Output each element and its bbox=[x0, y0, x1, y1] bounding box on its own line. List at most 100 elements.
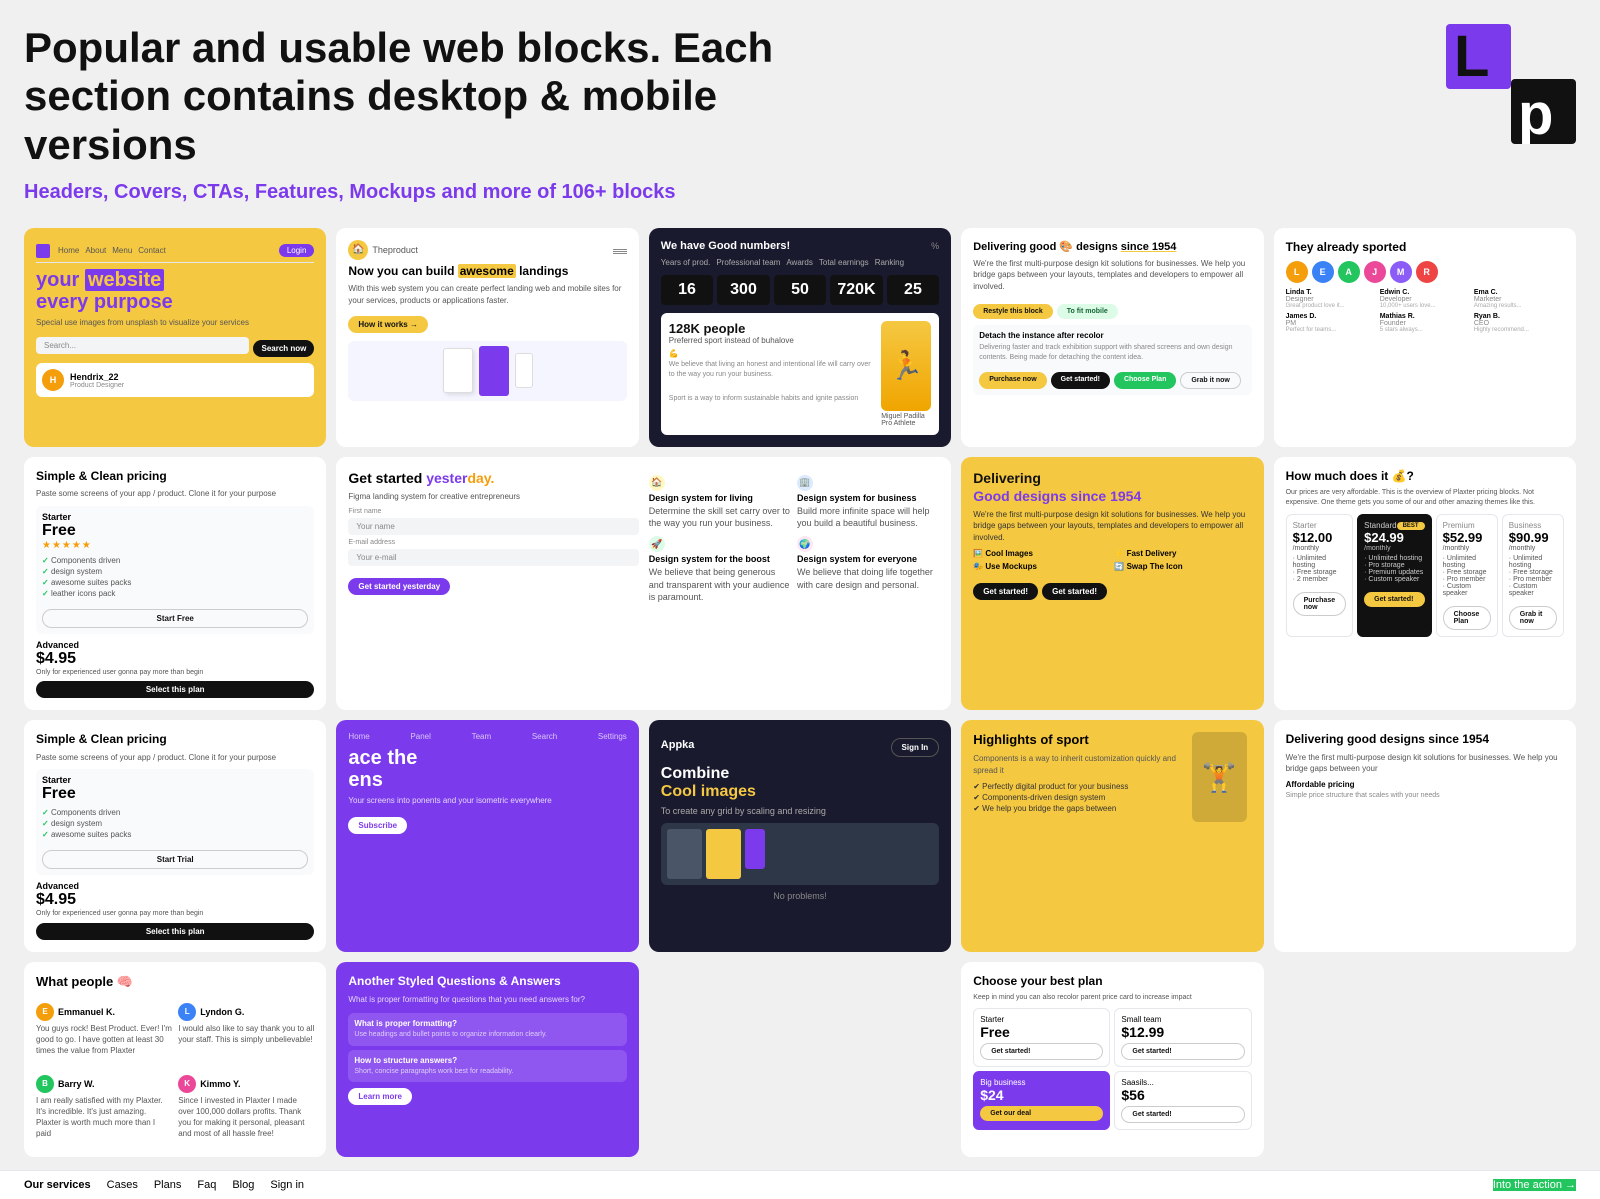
person-names-grid: Linda T.DesignerGreat product love it...… bbox=[1286, 289, 1564, 333]
sign-in-btn[interactable]: Sign In bbox=[891, 738, 940, 757]
get-started-btn[interactable]: Get started! bbox=[1364, 592, 1424, 607]
number-item: 300 bbox=[717, 275, 769, 305]
role-text: Developer bbox=[1380, 296, 1470, 303]
choose-plan-btn[interactable]: Choose Plan bbox=[1443, 606, 1491, 630]
metric-label: Ranking bbox=[875, 258, 904, 267]
plan-name: Starter bbox=[42, 775, 308, 785]
sport-image: 🏋️ bbox=[1192, 732, 1252, 822]
advanced-price-2: $4.95 bbox=[36, 891, 314, 909]
get-started-plan-btn[interactable]: Get started! bbox=[980, 1043, 1103, 1060]
screen-mock-2 bbox=[479, 346, 509, 396]
get-started-yesterday-btn[interactable]: Get started yesterday bbox=[348, 578, 450, 595]
card-title: Delivering Good designs since 1954 bbox=[973, 469, 1251, 505]
screen-mock-3 bbox=[515, 353, 533, 388]
metric-label: Total earnings bbox=[819, 258, 869, 267]
start-free-btn[interactable]: Start Free bbox=[42, 609, 308, 628]
plan-features: · Unlimited hosting · Free storage · 2 m… bbox=[1293, 555, 1347, 583]
feature-boost: 🚀 Design system for the boost We believe… bbox=[649, 536, 791, 604]
page-header: Popular and usable web blocks. Each sect… bbox=[24, 24, 1576, 204]
footer-nav-item[interactable]: Sign in bbox=[270, 1179, 304, 1191]
nav-cta-btn[interactable]: Login bbox=[279, 244, 315, 257]
testimonial-avatar: K bbox=[178, 1075, 196, 1093]
firstname-input[interactable]: Your name bbox=[348, 518, 638, 535]
testimonial-name: Emmanuel K. bbox=[58, 1007, 115, 1017]
footer-nav-item[interactable]: Blog bbox=[232, 1179, 254, 1191]
card-desc: Your screens into ponents and your isome… bbox=[348, 795, 626, 806]
feature-desc: We believe that being generous and trans… bbox=[649, 566, 791, 604]
card-inner: Highlights of sport Components is a way … bbox=[973, 732, 1251, 822]
get-our-deal-btn[interactable]: Get our deal bbox=[980, 1106, 1103, 1121]
footer-nav-item[interactable]: Plans bbox=[154, 1179, 182, 1191]
avatar-1: L bbox=[1286, 261, 1308, 283]
feat-icon: 🎭 bbox=[973, 562, 983, 571]
card-desc: We're the first multi-purpose design kit… bbox=[1286, 752, 1564, 774]
subscribe-btn[interactable]: Subscribe bbox=[348, 817, 407, 834]
nav-link[interactable]: About bbox=[85, 246, 106, 255]
star-rating: ★★★★★ bbox=[42, 540, 308, 551]
start-trial-btn[interactable]: Start Trial bbox=[42, 850, 308, 869]
select-plan-btn-2[interactable]: Select this plan bbox=[36, 923, 314, 940]
feat-title: Cool Images bbox=[985, 549, 1033, 558]
nav-link[interactable]: Home bbox=[58, 246, 79, 255]
pricing-cards-row: Starter $12.00 /monthly · Unlimited host… bbox=[1286, 514, 1564, 637]
restyle-btn[interactable]: Restyle this block bbox=[973, 304, 1053, 319]
footer-nav-item[interactable]: Our services bbox=[24, 1179, 91, 1191]
testimonial-header: L Lyndon G. bbox=[178, 1003, 314, 1021]
checklist-items: ✔ Perfectly digital product for your bus… bbox=[973, 782, 1183, 813]
sport-desc1: We believe that living an honest and int… bbox=[669, 360, 873, 380]
get-started-plan-btn-2[interactable]: Get started! bbox=[1121, 1043, 1244, 1060]
purchase-btn[interactable]: Purchase now bbox=[1293, 592, 1347, 616]
nav-link[interactable]: Menu bbox=[112, 246, 132, 255]
plan-name: Premium bbox=[1443, 521, 1491, 530]
main-grid: Home About Menu Contact Login your websi… bbox=[24, 228, 1576, 1157]
get-started-btn-1[interactable]: Get started! bbox=[973, 583, 1038, 600]
feature: · Free storage bbox=[1509, 569, 1557, 576]
get-started-btn-2[interactable]: Get started! bbox=[1042, 583, 1107, 600]
how-it-works-btn[interactable]: How it works → bbox=[348, 316, 428, 333]
grab-btn[interactable]: Grab it now bbox=[1180, 372, 1241, 389]
screen-mock-1 bbox=[443, 348, 473, 393]
card-question: What is proper formatting for questions … bbox=[348, 994, 626, 1005]
testimonial-avatar: E bbox=[36, 1003, 54, 1021]
name-text: Linda T. bbox=[1286, 289, 1376, 296]
search-btn[interactable]: Search now bbox=[253, 340, 314, 357]
name-text: Ema C. bbox=[1474, 289, 1564, 296]
get-started-btn[interactable]: Get started! bbox=[1051, 372, 1110, 389]
learn-more-btn[interactable]: Learn more bbox=[348, 1088, 412, 1105]
grab-btn[interactable]: Grab it now bbox=[1509, 606, 1557, 630]
plan-price: Free bbox=[980, 1024, 1103, 1040]
footer-nav-item[interactable]: Cases bbox=[107, 1179, 138, 1191]
plan-name: Starter bbox=[1293, 521, 1347, 530]
nav-link[interactable]: Contact bbox=[138, 246, 166, 255]
role-text: Founder bbox=[1380, 320, 1470, 327]
choose-plan-btn[interactable]: Choose Plan bbox=[1114, 372, 1176, 389]
into-action-btn[interactable]: Into the action → bbox=[1493, 1179, 1576, 1191]
plan-name: Saasils... bbox=[1121, 1078, 1244, 1087]
select-plan-btn[interactable]: Select this plan bbox=[36, 681, 314, 698]
feature-delivery: ⚡ Fast Delivery bbox=[1114, 549, 1251, 558]
mock-search-input[interactable]: Search... bbox=[36, 337, 249, 354]
card-top: We have Good numbers! % bbox=[661, 240, 939, 252]
highlight-text: awesome bbox=[458, 264, 516, 278]
purchase-btn[interactable]: Purchase now bbox=[979, 372, 1046, 389]
qa-item: What is proper formatting? Use headings … bbox=[348, 1013, 626, 1046]
metric-label: Awards bbox=[786, 258, 813, 267]
person-card: H Hendrix_22 Product Designer bbox=[36, 363, 314, 397]
card-title: Simple & Clean pricing bbox=[36, 469, 314, 485]
card-title: Delivering good 🎨 designs since 1954 bbox=[973, 240, 1251, 254]
card-desc: Special use images from unsplash to visu… bbox=[36, 317, 314, 328]
qa-q-2: How to structure answers? bbox=[354, 1056, 620, 1065]
card-title: Now you can build awesome landings bbox=[348, 264, 626, 280]
highlight2: day. bbox=[467, 470, 494, 486]
get-started-plan-btn-3[interactable]: Get started! bbox=[1121, 1106, 1244, 1123]
card-build-landings: 🏠 Theproduct Now you can build awesome l… bbox=[336, 228, 638, 447]
footer-nav-item[interactable]: Faq bbox=[197, 1179, 216, 1191]
card-get-started: Get started yesterday. Figma landing sys… bbox=[336, 457, 951, 711]
best-badge: BEST bbox=[1397, 522, 1425, 530]
card-subtitle: Keep in mind you can also recolor parent… bbox=[973, 993, 1251, 1003]
mobile-btn[interactable]: To fit mobile bbox=[1057, 304, 1118, 319]
feature-images: 🖼️ Cool Images bbox=[973, 549, 1110, 558]
email-input[interactable]: Your e-mail bbox=[348, 549, 638, 566]
qa-item-2: How to structure answers? Short, concise… bbox=[348, 1050, 626, 1083]
testimonial-lyndon: L Lyndon G. I would also like to say tha… bbox=[178, 1003, 314, 1057]
